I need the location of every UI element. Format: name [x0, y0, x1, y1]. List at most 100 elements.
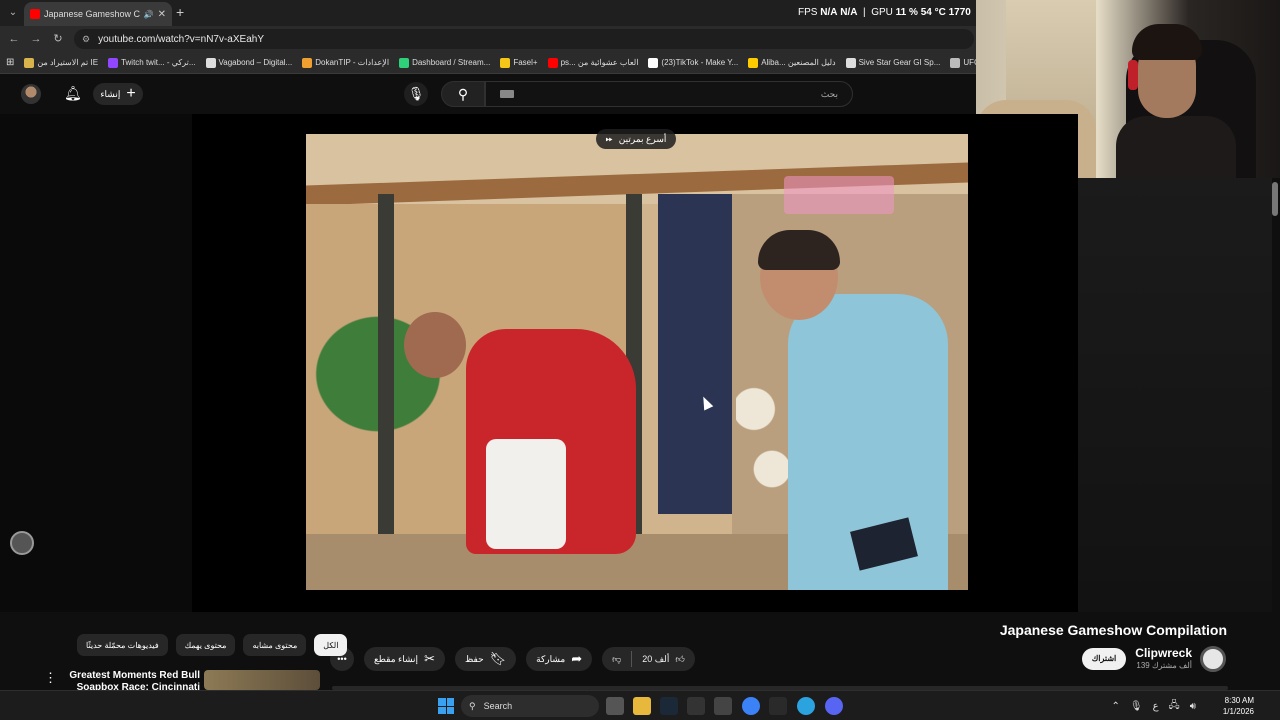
new-tab-icon[interactable]: + — [176, 4, 184, 20]
bookmark-label: Sive Star Gear GI Sp... — [858, 58, 941, 67]
recommendation-title[interactable]: Greatest Moments Red Bull Soapbox Race: … — [62, 670, 200, 690]
floating-app-icon[interactable] — [10, 531, 34, 555]
bookmark-favicon-icon — [205, 57, 216, 68]
forward-icon[interactable]: → — [28, 31, 44, 47]
thumbs-up-icon: 👍︎ — [675, 653, 685, 664]
taskbar-search-input[interactable]: ⚲ Search — [461, 695, 599, 717]
search-placeholder: بحث — [820, 88, 838, 99]
scissors-icon: ✂ — [424, 651, 435, 666]
epic-games-icon[interactable] — [714, 697, 732, 715]
bookmark-label: Vagabond – Digital... — [218, 58, 293, 67]
filter-chip[interactable]: محتوى مشابه — [243, 634, 307, 656]
bookmark-favicon-icon — [399, 57, 410, 68]
voice-search-mic-icon[interactable]: 🎙︎ — [404, 82, 428, 106]
app-icon[interactable] — [687, 697, 705, 715]
tv-watermark-logo — [784, 176, 894, 214]
url-field[interactable]: ⚙ youtube.com/watch?v=nN7v-aXEahY — [74, 29, 974, 49]
speed-label: أسرع بمرتين — [618, 133, 667, 144]
bookmark-label: DokanTIP - الإعدادات — [315, 58, 390, 67]
dislike-button[interactable]: 👎︎ — [602, 647, 631, 671]
microphone-icon[interactable]: 🎙︎ — [1130, 701, 1143, 712]
bookmark-item[interactable]: Twitch twit... - تركي... — [108, 57, 196, 68]
task-view-icon[interactable] — [606, 697, 624, 715]
like-button[interactable]: 20 ألف 👍︎ — [632, 647, 694, 671]
filter-chip[interactable]: محتوى يهمك — [175, 634, 236, 656]
bookmark-item[interactable]: Fasel+ — [500, 57, 538, 68]
like-dislike-group: 👎︎ 20 ألف 👍︎ — [602, 647, 695, 671]
bookmark-item[interactable]: تم الاستيراد من IE — [24, 57, 98, 68]
clip-button[interactable]: إنشاء مقطع ✂ — [364, 647, 445, 671]
scene-post — [378, 194, 394, 590]
avatar[interactable] — [21, 84, 41, 104]
filter-chip[interactable]: فيديوهات محمّلة حديثًا — [77, 634, 168, 656]
channel-avatar[interactable] — [1200, 646, 1226, 672]
close-tab-icon[interactable]: ✕ — [158, 9, 166, 20]
notifications-bell-icon[interactable]: 🔔︎ — [64, 85, 82, 101]
share-icon: ➦ — [571, 651, 583, 666]
save-button[interactable]: حفظ 🔖︎ — [454, 647, 517, 671]
search-input[interactable]: بحث — [485, 81, 853, 107]
plus-icon: + — [126, 85, 136, 102]
chevron-up-icon[interactable]: ⌃ — [1111, 701, 1119, 712]
scene-man-blue-hair — [758, 230, 840, 270]
speaker-icon[interactable]: 🔊 — [144, 10, 154, 19]
reload-icon[interactable]: ↻ — [50, 31, 66, 47]
bookmark-favicon-icon — [302, 57, 313, 68]
steam-icon[interactable] — [660, 697, 678, 715]
bookmark-item[interactable]: Sive Star Gear GI Sp... — [845, 57, 941, 68]
scene-tree — [306, 274, 486, 474]
bookmark-label: (23)TikTok - Make Y... — [661, 58, 739, 67]
share-button[interactable]: مشاركة ➦ — [526, 647, 593, 671]
telegram-icon[interactable] — [797, 697, 815, 715]
channel-name[interactable]: Clipwreck — [1135, 646, 1192, 660]
tab-search-chevron-icon[interactable]: ⌄ — [4, 4, 22, 22]
gpu-clock: 1770 — [948, 7, 971, 18]
bookmark-item[interactable]: ps... العاب عشوائية من — [547, 57, 639, 68]
share-label: مشاركة — [536, 653, 566, 664]
subscriber-count: 139 ألف مشترك — [1136, 661, 1192, 670]
search-icon[interactable]: ⚲ — [441, 81, 485, 107]
recommendation-menu-icon[interactable]: ⋮ — [44, 670, 57, 686]
bookmark-item[interactable]: Dashboard / Stream... — [399, 57, 490, 68]
volume-icon[interactable]: 🔊︎ — [1190, 701, 1196, 712]
bookmark-item[interactable]: (23)TikTok - Make Y... — [648, 57, 739, 68]
create-button[interactable]: إنشاء + — [93, 83, 143, 105]
url-text: youtube.com/watch?v=nN7v-aXEahY — [98, 33, 265, 45]
network-icon[interactable]: 🖧 — [1169, 698, 1180, 715]
discord-icon[interactable] — [825, 697, 843, 715]
scene-curtain — [658, 194, 732, 514]
bookmark-favicon-icon — [950, 57, 961, 68]
webcam-headset — [1128, 60, 1138, 90]
playback-speed-indicator: ⏩︎ أسرع بمرتين — [596, 129, 676, 149]
windows-start-icon[interactable] — [438, 698, 454, 714]
bookmark-item[interactable]: DokanTIP - الإعدادات — [302, 57, 390, 68]
site-info-icon[interactable]: ⚙ — [82, 34, 90, 45]
taskbar-clock[interactable]: 8:30 AM 1/1/2026 — [1223, 695, 1254, 717]
filter-chip[interactable]: الكل — [314, 634, 348, 656]
chrome-icon[interactable] — [742, 697, 760, 715]
video-frame[interactable] — [306, 134, 968, 590]
tab-youtube[interactable]: Japanese Gameshow Comp 🔊 ✕ — [24, 2, 172, 26]
bookmark-item[interactable]: UFC Fight — [950, 57, 976, 68]
save-label: حفظ — [464, 653, 484, 664]
youtube-header: 🔔︎ إنشاء + 🎙︎ ⚲ بحث — [0, 74, 976, 114]
subscribe-button[interactable]: اشتراك — [1082, 648, 1126, 670]
bookmark-favicon-icon — [748, 57, 759, 68]
bookmarks-bar: ⊞ تم الاستيراد من IE Twitch twit... - ترك… — [0, 52, 976, 74]
scene-white-shorts — [486, 439, 566, 549]
file-explorer-icon[interactable] — [633, 697, 651, 715]
bookmark-label: ps... العاب عشوائية من — [560, 58, 639, 67]
bookmark-favicon-icon — [648, 57, 659, 68]
related-filter-chips: فيديوهات محمّلة حديثًا محتوى يهمك محتوى مش… — [77, 634, 348, 656]
address-bar: ← → ↻ ⚙ youtube.com/watch?v=nN7v-aXEahY — [0, 26, 976, 52]
back-icon[interactable]: ← — [6, 31, 22, 47]
page-scrollbar[interactable] — [1272, 182, 1278, 216]
bookmark-item[interactable]: Aliba... دليل المصنعين — [748, 57, 836, 68]
app-icon[interactable] — [769, 697, 787, 715]
recommendation-thumbnail[interactable] — [204, 670, 320, 690]
fps-label: FPS — [798, 7, 818, 18]
apps-grid-icon[interactable]: ⊞ — [6, 57, 14, 68]
bookmark-item[interactable]: Vagabond – Digital... — [205, 57, 293, 68]
keyboard-icon[interactable] — [500, 90, 514, 98]
language-indicator[interactable]: ع — [1153, 701, 1159, 712]
